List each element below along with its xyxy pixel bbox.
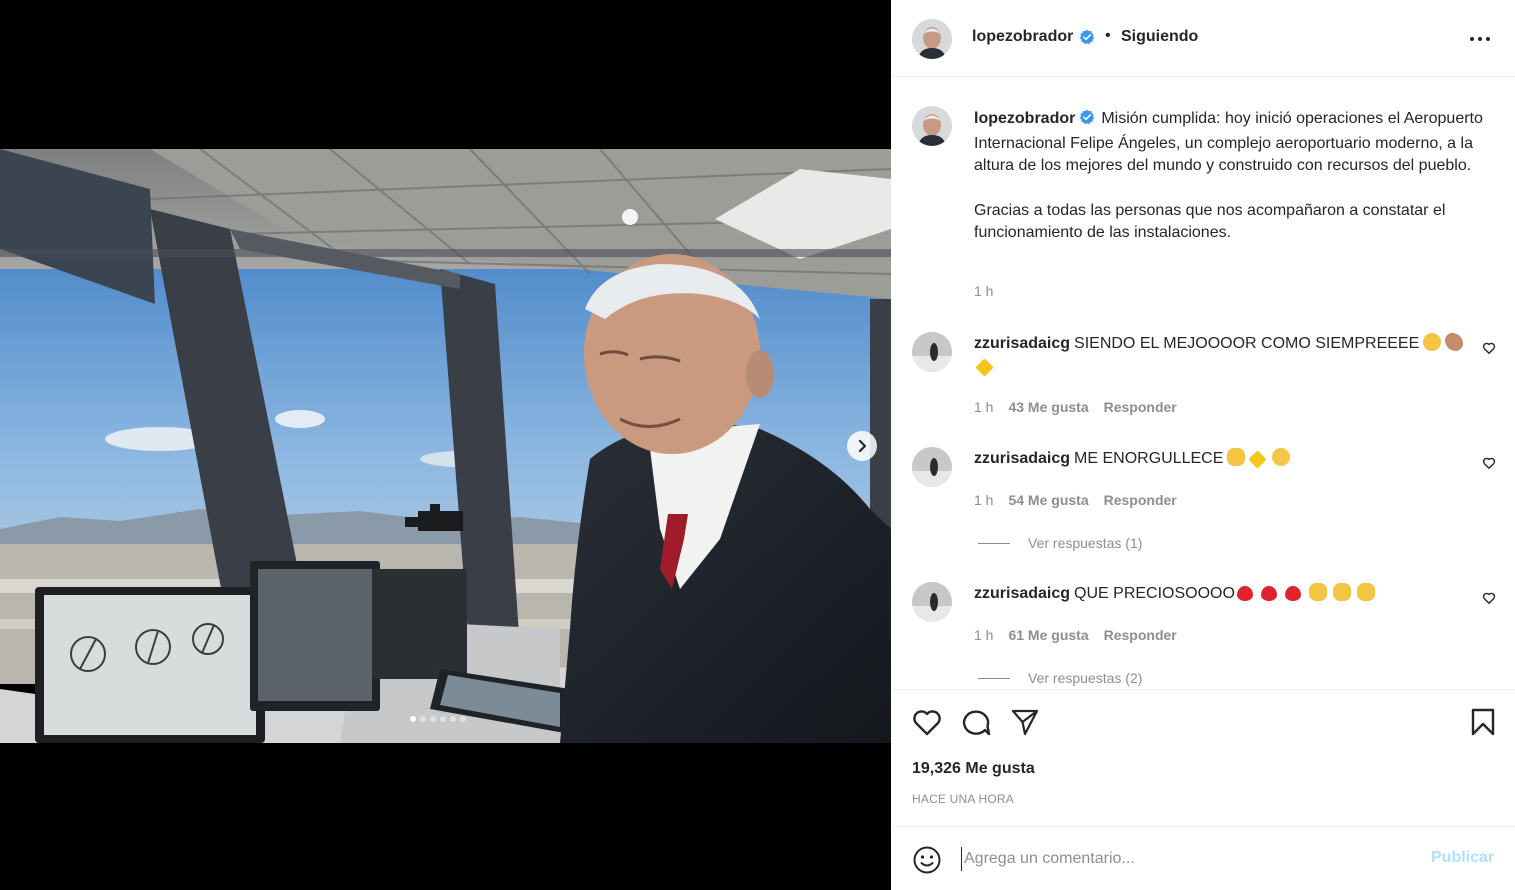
comment-composer: Publicar [891, 826, 1515, 890]
likes-count[interactable]: 19,326 Me gusta [912, 760, 1035, 778]
verified-badge-icon [1079, 29, 1095, 50]
commenter-avatar[interactable] [912, 447, 952, 487]
view-replies-label: Ver respuestas (2) [1028, 670, 1143, 686]
comment-likes-count[interactable]: 61 Me gusta [1008, 627, 1088, 643]
commenter-avatar[interactable] [912, 332, 952, 372]
comment-timestamp: 1 h [974, 627, 994, 643]
commenter-avatar[interactable] [912, 582, 952, 622]
comment-meta: 1 h 54 Me gusta Responder [974, 492, 1177, 508]
post-header: lopezobrador • Siguiendo [891, 0, 1515, 77]
post-actions: 19,326 Me gusta HACE UNA HORA [891, 689, 1515, 826]
caption-author-avatar[interactable] [912, 106, 952, 146]
comment-text: zzurisadaicg SIENDO EL MEJOOOOR COMO SIEM… [974, 332, 1464, 378]
carousel-dot [440, 716, 446, 722]
like-comment-heart-icon[interactable] [1482, 456, 1496, 475]
comments-section[interactable]: lopezobrador Misión cumplida: hoy inició … [891, 77, 1515, 689]
reply-button[interactable]: Responder [1104, 627, 1177, 643]
comment-body: ME ENORGULLECE [1074, 450, 1224, 467]
replies-divider [978, 677, 1010, 679]
more-options-icon[interactable] [1469, 29, 1491, 54]
publish-button[interactable]: Publicar [1431, 849, 1494, 867]
like-comment-heart-icon[interactable] [1482, 341, 1496, 360]
comment-meta: 1 h 43 Me gusta Responder [974, 399, 1177, 415]
header-separator: • [1105, 27, 1111, 44]
like-heart-icon[interactable] [912, 708, 942, 741]
raising-hands-emoji-icon [1332, 583, 1351, 601]
carousel-dot [430, 716, 436, 722]
carousel-dot [460, 716, 466, 722]
caption-timestamp: 1 h [974, 283, 994, 299]
comment-bubble-icon[interactable] [961, 708, 991, 741]
raising-hands-emoji-icon [1356, 583, 1375, 601]
author-username[interactable]: lopezobrador [972, 28, 1073, 46]
red-heart-emoji-icon [1260, 586, 1277, 601]
sparkles-emoji-icon [975, 358, 994, 377]
carousel-dot [450, 716, 456, 722]
following-button[interactable]: Siguiendo [1121, 28, 1198, 46]
caption-username[interactable]: lopezobrador [974, 110, 1075, 127]
view-replies-label: Ver respuestas (1) [1028, 535, 1143, 551]
view-replies-button[interactable]: Ver respuestas (1) [978, 535, 1142, 551]
comment-text: zzurisadaicg ME ENORGULLECE [974, 447, 1464, 470]
comment-username[interactable]: zzurisadaicg [974, 335, 1070, 352]
share-paper-plane-icon[interactable] [1010, 708, 1040, 741]
comment-timestamp: 1 h [974, 399, 994, 415]
post-photo [0, 149, 891, 743]
verified-badge-icon [1079, 109, 1095, 133]
like-comment-heart-icon[interactable] [1482, 591, 1496, 610]
comment-body: SIENDO EL MEJOOOOR COMO SIEMPREEEE [1074, 335, 1420, 352]
carousel-indicator [410, 716, 466, 722]
chevron-right-icon [858, 439, 867, 453]
post-caption: lopezobrador Misión cumplida: hoy inició … [974, 108, 1484, 245]
red-heart-emoji-icon [1284, 586, 1301, 601]
instagram-post-view: lopezobrador • Siguiendo lopezobrador Mis… [0, 0, 1515, 890]
comment-text: zzurisadaicg QUE PRECIOSOOOO [974, 582, 1464, 605]
reply-button[interactable]: Responder [1104, 492, 1177, 508]
raising-hands-emoji-icon [1227, 448, 1246, 466]
view-replies-button[interactable]: Ver respuestas (2) [978, 670, 1142, 686]
comment-username[interactable]: zzurisadaicg [974, 450, 1070, 467]
carousel-next-button[interactable] [847, 431, 877, 461]
caption-paragraph-2: Gracias a todas las personas que nos aco… [974, 201, 1446, 242]
reply-button[interactable]: Responder [1104, 399, 1177, 415]
star-struck-emoji-icon [1423, 333, 1442, 351]
sparkles-emoji-icon [1248, 450, 1268, 469]
author-avatar[interactable] [912, 19, 952, 59]
comment-input[interactable] [961, 847, 1401, 871]
media-pane [0, 0, 891, 890]
comment-timestamp: 1 h [974, 492, 994, 508]
red-heart-emoji-icon [1236, 586, 1253, 601]
save-bookmark-icon[interactable] [1470, 708, 1496, 741]
comment-likes-count[interactable]: 43 Me gusta [1008, 399, 1088, 415]
emoji-smiley-icon[interactable] [912, 845, 942, 880]
replies-divider [978, 542, 1010, 544]
comment-likes-count[interactable]: 54 Me gusta [1008, 492, 1088, 508]
carousel-dot [420, 716, 426, 722]
post-side-panel: lopezobrador • Siguiendo lopezobrador Mis… [891, 0, 1515, 890]
comment-username[interactable]: zzurisadaicg [974, 585, 1070, 602]
raising-hands-emoji-icon [1308, 583, 1327, 601]
pleading-face-emoji-icon [1272, 448, 1291, 466]
comment-body: QUE PRECIOSOOOO [1074, 585, 1235, 602]
comment-meta: 1 h 61 Me gusta Responder [974, 627, 1177, 643]
post-timestamp: HACE UNA HORA [912, 792, 1014, 806]
carousel-dot [410, 716, 416, 722]
flexed-biceps-emoji-icon [1445, 333, 1464, 351]
